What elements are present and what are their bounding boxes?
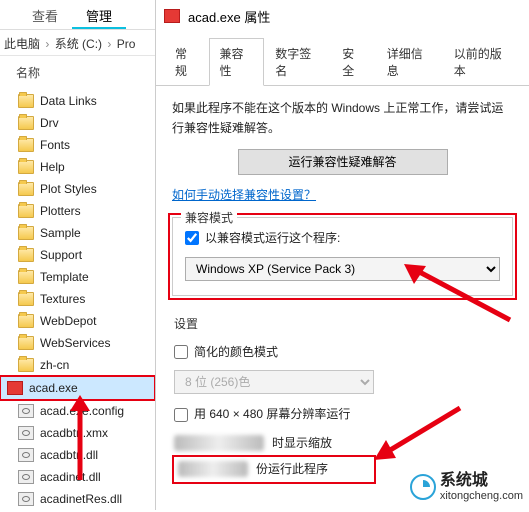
compat-mode-group: 兼容模式 以兼容模式运行这个程序: Windows XP (Service Pa… bbox=[172, 217, 513, 295]
tab-signature[interactable]: 数字签名 bbox=[264, 38, 331, 86]
file-icon bbox=[18, 448, 34, 462]
folder-icon bbox=[18, 116, 34, 130]
app-icon bbox=[164, 9, 180, 23]
list-item[interactable]: Plot Styles bbox=[0, 178, 155, 200]
list-item[interactable]: Template bbox=[0, 266, 155, 288]
list-item[interactable]: acadinetRes.dll bbox=[0, 488, 155, 510]
list-item[interactable]: Help bbox=[0, 156, 155, 178]
folder-icon bbox=[18, 138, 34, 152]
manual-settings-link[interactable]: 如何手动选择兼容性设置？ bbox=[172, 185, 316, 205]
compat-mode-legend: 兼容模式 bbox=[181, 208, 237, 228]
column-header-name[interactable]: 名称 bbox=[0, 56, 155, 88]
folder-icon bbox=[18, 248, 34, 262]
breadcrumb[interactable]: 此电脑 › 系统 (C:) › Pro bbox=[0, 30, 155, 56]
admin-label: 份运行此程序 bbox=[256, 459, 328, 479]
compat-mode-select[interactable]: Windows XP (Service Pack 3) bbox=[185, 257, 500, 281]
intro-text: 如果此程序不能在这个版本的 Windows 上正常工作，请尝试运行兼容性疑难解答… bbox=[172, 98, 513, 139]
res640-label: 用 640 × 480 屏幕分辨率运行 bbox=[194, 404, 350, 424]
dialog-titlebar[interactable]: acad.exe 属性 bbox=[156, 0, 529, 32]
explorer-panel: 查看 管理 此电脑 › 系统 (C:) › Pro 名称 Data Links … bbox=[0, 0, 155, 510]
folder-icon bbox=[18, 182, 34, 196]
tab-view[interactable]: 查看 bbox=[18, 0, 72, 29]
blurred-content bbox=[174, 435, 264, 451]
blurred-content bbox=[178, 461, 248, 477]
list-item[interactable]: Support bbox=[0, 244, 155, 266]
reduced-color-label: 简化的颜色模式 bbox=[194, 342, 278, 362]
tab-manage[interactable]: 管理 bbox=[72, 0, 126, 29]
file-icon bbox=[18, 426, 34, 440]
list-item[interactable]: Fonts bbox=[0, 134, 155, 156]
list-item[interactable]: zh-cn bbox=[0, 354, 155, 376]
watermark-text: 系统城 xitongcheng.com bbox=[440, 472, 523, 502]
list-item[interactable]: Sample bbox=[0, 222, 155, 244]
breadcrumb-pc[interactable]: 此电脑 bbox=[4, 37, 40, 51]
file-icon bbox=[18, 404, 34, 418]
watermark-logo-icon bbox=[410, 474, 436, 500]
compat-mode-checkbox[interactable] bbox=[185, 231, 199, 245]
watermark: 系统城 xitongcheng.com bbox=[410, 472, 523, 502]
folder-icon bbox=[18, 358, 34, 372]
settings-legend: 设置 bbox=[174, 317, 198, 331]
folder-icon bbox=[18, 204, 34, 218]
properties-dialog: acad.exe 属性 常规 兼容性 数字签名 安全 详细信息 以前的版本 如果… bbox=[155, 0, 529, 510]
folder-icon bbox=[18, 94, 34, 108]
list-item[interactable]: acadinet.dll bbox=[0, 466, 155, 488]
chevron-right-icon: › bbox=[45, 37, 49, 51]
breadcrumb-folder[interactable]: Pro bbox=[117, 37, 136, 51]
folder-icon bbox=[18, 336, 34, 350]
tab-details[interactable]: 详细信息 bbox=[376, 38, 443, 86]
folder-icon bbox=[18, 160, 34, 174]
tab-compatibility[interactable]: 兼容性 bbox=[209, 38, 265, 86]
tab-security[interactable]: 安全 bbox=[331, 38, 376, 86]
folder-icon bbox=[18, 292, 34, 306]
res640-checkbox[interactable] bbox=[174, 408, 188, 422]
list-item[interactable]: acadbtn.dll bbox=[0, 444, 155, 466]
file-list: Data Links Drv Fonts Help Plot Styles Pl… bbox=[0, 88, 155, 512]
list-item[interactable]: Drv bbox=[0, 112, 155, 134]
explorer-tabs: 查看 管理 bbox=[0, 0, 155, 30]
tab-general[interactable]: 常规 bbox=[164, 38, 209, 86]
scale-label: 时显示缩放 bbox=[272, 433, 332, 453]
compat-mode-label: 以兼容模式运行这个程序: bbox=[205, 228, 340, 248]
folder-icon bbox=[18, 270, 34, 284]
tab-previous[interactable]: 以前的版本 bbox=[443, 38, 521, 86]
app-icon bbox=[7, 381, 23, 395]
file-icon bbox=[18, 492, 34, 506]
list-item[interactable]: acadbtn.xmx bbox=[0, 422, 155, 444]
folder-icon bbox=[18, 226, 34, 240]
dialog-tabs: 常规 兼容性 数字签名 安全 详细信息 以前的版本 bbox=[156, 38, 529, 86]
chevron-right-icon: › bbox=[107, 37, 111, 51]
file-icon bbox=[18, 470, 34, 484]
folder-icon bbox=[18, 314, 34, 328]
breadcrumb-drive[interactable]: 系统 (C:) bbox=[55, 37, 102, 51]
dialog-title: acad.exe 属性 bbox=[188, 7, 270, 26]
settings-group: 设置 简化的颜色模式 8 位 (256)色 用 640 × 480 屏幕分辨率运… bbox=[172, 310, 513, 482]
list-item[interactable]: Textures bbox=[0, 288, 155, 310]
dialog-body: 如果此程序不能在这个版本的 Windows 上正常工作，请尝试运行兼容性疑难解答… bbox=[156, 86, 529, 508]
list-item[interactable]: acad.exe.config bbox=[0, 400, 155, 422]
list-item[interactable]: WebDepot bbox=[0, 310, 155, 332]
reduced-color-checkbox[interactable] bbox=[174, 345, 188, 359]
list-item-acad-exe[interactable]: acad.exe bbox=[0, 376, 155, 400]
list-item[interactable]: WebServices bbox=[0, 332, 155, 354]
color-depth-select[interactable]: 8 位 (256)色 bbox=[174, 370, 374, 394]
list-item[interactable]: Data Links bbox=[0, 90, 155, 112]
run-troubleshooter-button[interactable]: 运行兼容性疑难解答 bbox=[238, 149, 448, 175]
list-item[interactable]: Plotters bbox=[0, 200, 155, 222]
